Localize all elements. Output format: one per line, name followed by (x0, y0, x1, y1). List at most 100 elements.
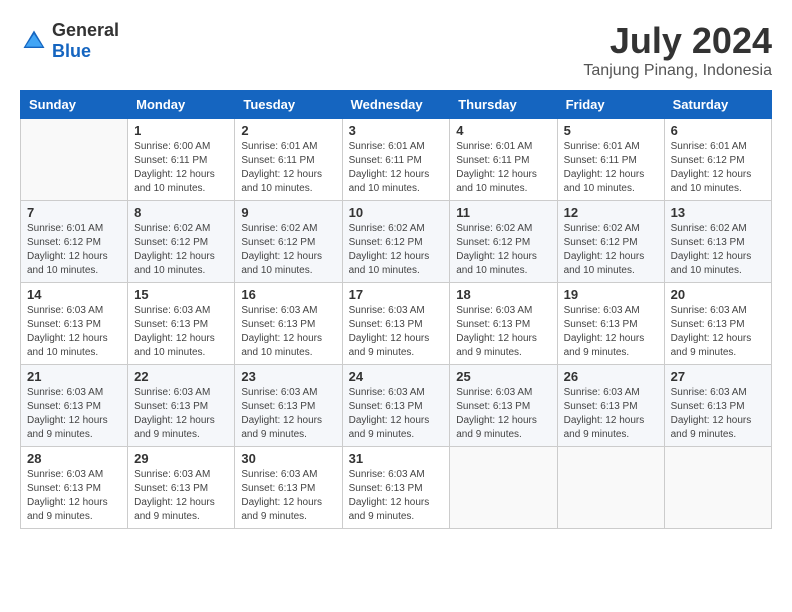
day-number: 5 (564, 123, 658, 138)
sunset-text: Sunset: 6:11 PM (241, 155, 314, 166)
day-number: 22 (134, 369, 228, 384)
daylight-text: Daylight: 12 hours and 9 minutes. (241, 415, 322, 440)
logo-wordmark: General Blue (52, 20, 119, 62)
day-number: 3 (349, 123, 444, 138)
day-number: 31 (349, 451, 444, 466)
calendar-cell: 24 Sunrise: 6:03 AM Sunset: 6:13 PM Dayl… (342, 365, 450, 447)
sunset-text: Sunset: 6:13 PM (241, 401, 315, 412)
day-number: 9 (241, 205, 335, 220)
calendar-cell: 16 Sunrise: 6:03 AM Sunset: 6:13 PM Dayl… (235, 283, 342, 365)
daylight-text: Daylight: 12 hours and 10 minutes. (349, 251, 430, 276)
sunrise-text: Sunrise: 6:03 AM (456, 387, 532, 398)
calendar-cell: 20 Sunrise: 6:03 AM Sunset: 6:13 PM Dayl… (664, 283, 771, 365)
daylight-text: Daylight: 12 hours and 10 minutes. (27, 333, 108, 358)
daylight-text: Daylight: 12 hours and 9 minutes. (349, 333, 430, 358)
daylight-text: Daylight: 12 hours and 9 minutes. (349, 415, 430, 440)
sunrise-text: Sunrise: 6:02 AM (671, 223, 747, 234)
sunrise-text: Sunrise: 6:03 AM (27, 469, 103, 480)
day-number: 4 (456, 123, 550, 138)
day-info: Sunrise: 6:03 AM Sunset: 6:13 PM Dayligh… (241, 304, 335, 360)
daylight-text: Daylight: 12 hours and 10 minutes. (671, 251, 752, 276)
day-info: Sunrise: 6:02 AM Sunset: 6:12 PM Dayligh… (241, 222, 335, 278)
day-info: Sunrise: 6:03 AM Sunset: 6:13 PM Dayligh… (564, 386, 658, 442)
daylight-text: Daylight: 12 hours and 10 minutes. (134, 169, 215, 194)
sunrise-text: Sunrise: 6:03 AM (456, 305, 532, 316)
sunrise-text: Sunrise: 6:01 AM (349, 141, 425, 152)
day-number: 27 (671, 369, 765, 384)
header-sunday: Sunday (21, 91, 128, 119)
sunrise-text: Sunrise: 6:03 AM (349, 387, 425, 398)
day-info: Sunrise: 6:03 AM Sunset: 6:13 PM Dayligh… (456, 304, 550, 360)
sunrise-text: Sunrise: 6:03 AM (349, 469, 425, 480)
sunrise-text: Sunrise: 6:01 AM (241, 141, 317, 152)
header-monday: Monday (128, 91, 235, 119)
calendar-cell: 10 Sunrise: 6:02 AM Sunset: 6:12 PM Dayl… (342, 201, 450, 283)
header: General Blue July 2024 Tanjung Pinang, I… (20, 20, 772, 80)
calendar-subtitle: Tanjung Pinang, Indonesia (583, 62, 772, 80)
sunrise-text: Sunrise: 6:03 AM (27, 387, 103, 398)
day-number: 18 (456, 287, 550, 302)
title-area: July 2024 Tanjung Pinang, Indonesia (583, 20, 772, 80)
calendar-cell: 27 Sunrise: 6:03 AM Sunset: 6:13 PM Dayl… (664, 365, 771, 447)
calendar-cell: 26 Sunrise: 6:03 AM Sunset: 6:13 PM Dayl… (557, 365, 664, 447)
day-info: Sunrise: 6:03 AM Sunset: 6:13 PM Dayligh… (134, 386, 228, 442)
day-number: 11 (456, 205, 550, 220)
sunset-text: Sunset: 6:12 PM (671, 155, 745, 166)
header-thursday: Thursday (450, 91, 557, 119)
day-number: 15 (134, 287, 228, 302)
calendar-cell: 25 Sunrise: 6:03 AM Sunset: 6:13 PM Dayl… (450, 365, 557, 447)
daylight-text: Daylight: 12 hours and 9 minutes. (27, 497, 108, 522)
sunrise-text: Sunrise: 6:02 AM (456, 223, 532, 234)
calendar-cell (450, 447, 557, 529)
sunset-text: Sunset: 6:13 PM (564, 401, 638, 412)
day-info: Sunrise: 6:03 AM Sunset: 6:13 PM Dayligh… (349, 386, 444, 442)
sunrise-text: Sunrise: 6:03 AM (241, 387, 317, 398)
day-info: Sunrise: 6:00 AM Sunset: 6:11 PM Dayligh… (134, 140, 228, 196)
day-info: Sunrise: 6:01 AM Sunset: 6:11 PM Dayligh… (456, 140, 550, 196)
day-number: 17 (349, 287, 444, 302)
sunset-text: Sunset: 6:12 PM (349, 237, 423, 248)
daylight-text: Daylight: 12 hours and 9 minutes. (241, 497, 322, 522)
sunrise-text: Sunrise: 6:03 AM (134, 469, 210, 480)
sunset-text: Sunset: 6:13 PM (349, 401, 423, 412)
sunrise-text: Sunrise: 6:01 AM (456, 141, 532, 152)
daylight-text: Daylight: 12 hours and 9 minutes. (27, 415, 108, 440)
calendar-cell: 14 Sunrise: 6:03 AM Sunset: 6:13 PM Dayl… (21, 283, 128, 365)
day-info: Sunrise: 6:03 AM Sunset: 6:13 PM Dayligh… (349, 304, 444, 360)
day-number: 25 (456, 369, 550, 384)
calendar-cell: 3 Sunrise: 6:01 AM Sunset: 6:11 PM Dayli… (342, 119, 450, 201)
sunset-text: Sunset: 6:13 PM (134, 319, 208, 330)
logo-blue: Blue (52, 41, 91, 61)
calendar-week-1: 1 Sunrise: 6:00 AM Sunset: 6:11 PM Dayli… (21, 119, 772, 201)
logo-general: General (52, 20, 119, 40)
day-info: Sunrise: 6:01 AM Sunset: 6:11 PM Dayligh… (349, 140, 444, 196)
sunset-text: Sunset: 6:12 PM (241, 237, 315, 248)
calendar-cell: 18 Sunrise: 6:03 AM Sunset: 6:13 PM Dayl… (450, 283, 557, 365)
sunrise-text: Sunrise: 6:02 AM (349, 223, 425, 234)
calendar-cell: 28 Sunrise: 6:03 AM Sunset: 6:13 PM Dayl… (21, 447, 128, 529)
calendar-cell: 12 Sunrise: 6:02 AM Sunset: 6:12 PM Dayl… (557, 201, 664, 283)
header-tuesday: Tuesday (235, 91, 342, 119)
day-info: Sunrise: 6:03 AM Sunset: 6:13 PM Dayligh… (671, 304, 765, 360)
sunrise-text: Sunrise: 6:03 AM (564, 387, 640, 398)
day-info: Sunrise: 6:03 AM Sunset: 6:13 PM Dayligh… (456, 386, 550, 442)
day-number: 14 (27, 287, 121, 302)
daylight-text: Daylight: 12 hours and 10 minutes. (241, 251, 322, 276)
day-info: Sunrise: 6:02 AM Sunset: 6:12 PM Dayligh… (134, 222, 228, 278)
day-number: 30 (241, 451, 335, 466)
day-info: Sunrise: 6:02 AM Sunset: 6:13 PM Dayligh… (671, 222, 765, 278)
day-number: 26 (564, 369, 658, 384)
daylight-text: Daylight: 12 hours and 9 minutes. (349, 497, 430, 522)
sunrise-text: Sunrise: 6:03 AM (27, 305, 103, 316)
sunset-text: Sunset: 6:13 PM (671, 401, 745, 412)
header-saturday: Saturday (664, 91, 771, 119)
calendar-week-2: 7 Sunrise: 6:01 AM Sunset: 6:12 PM Dayli… (21, 201, 772, 283)
calendar-cell: 1 Sunrise: 6:00 AM Sunset: 6:11 PM Dayli… (128, 119, 235, 201)
sunset-text: Sunset: 6:11 PM (564, 155, 637, 166)
calendar-cell: 29 Sunrise: 6:03 AM Sunset: 6:13 PM Dayl… (128, 447, 235, 529)
sunset-text: Sunset: 6:13 PM (349, 319, 423, 330)
daylight-text: Daylight: 12 hours and 9 minutes. (671, 333, 752, 358)
day-info: Sunrise: 6:01 AM Sunset: 6:12 PM Dayligh… (671, 140, 765, 196)
sunset-text: Sunset: 6:13 PM (349, 483, 423, 494)
sunset-text: Sunset: 6:13 PM (27, 319, 101, 330)
